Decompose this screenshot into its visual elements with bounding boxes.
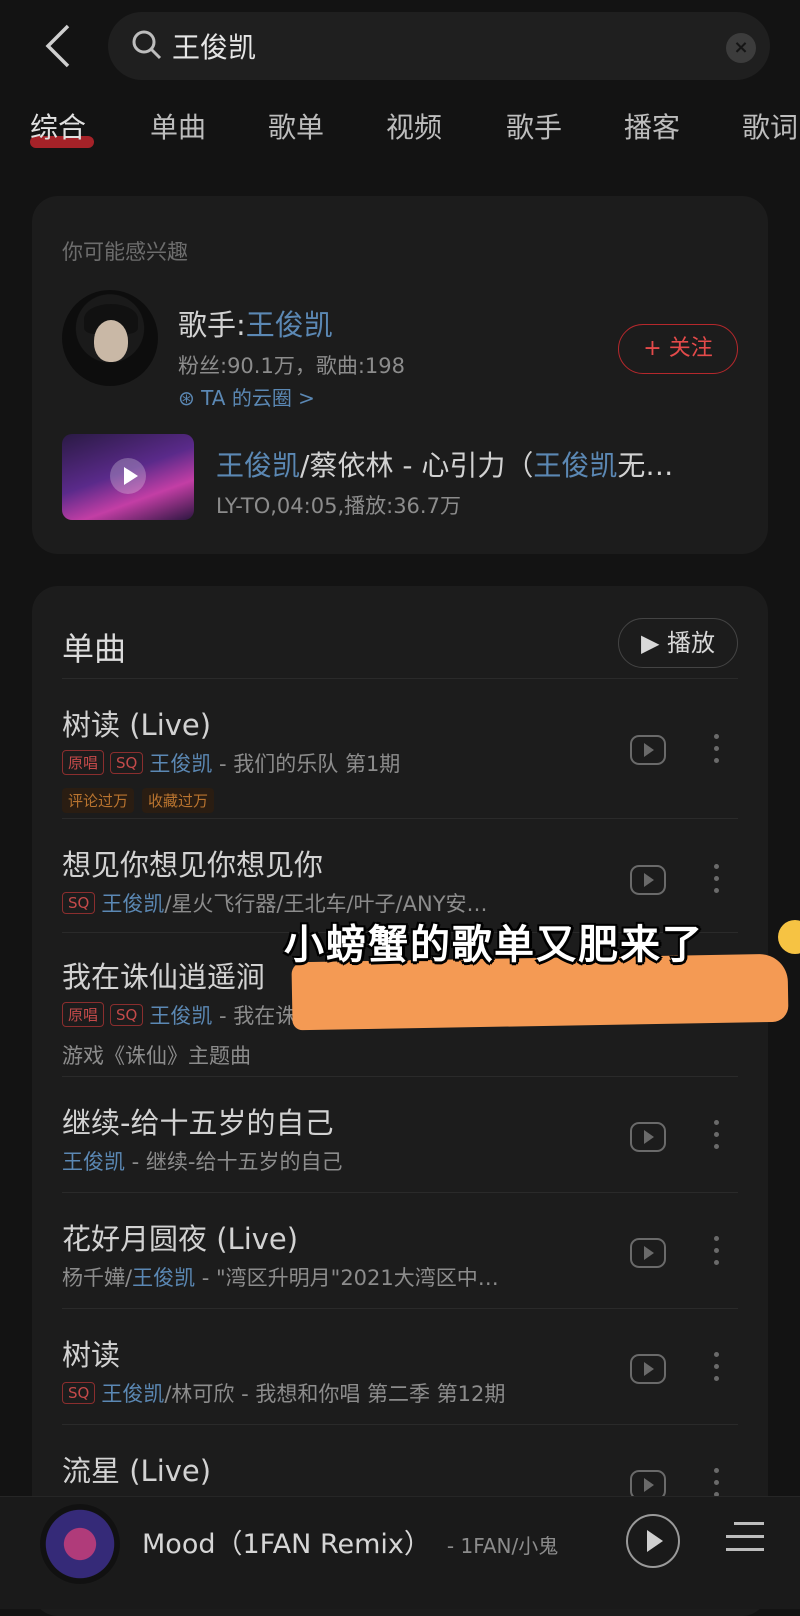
back-button[interactable] — [40, 22, 80, 70]
tab-单曲[interactable]: 单曲 — [150, 106, 206, 146]
video-play-icon[interactable] — [630, 1238, 666, 1268]
song-title[interactable]: 树读 — [62, 1332, 120, 1374]
song-title[interactable]: 流星 (Live) — [62, 1448, 211, 1490]
song-meta: 原唱 SQ 王俊凯 - 我们的乐队 第1期 — [62, 748, 400, 778]
artist-avatar[interactable] — [62, 290, 158, 386]
song-badges: 评论过万 收藏过万 — [62, 788, 222, 813]
song-title[interactable]: 想见你想见你想见你 — [62, 842, 323, 884]
tab-综合[interactable]: 综合 — [30, 106, 94, 148]
video-play-icon[interactable] — [630, 735, 666, 765]
more-icon[interactable] — [714, 1120, 720, 1156]
crying-emoji-icon — [778, 920, 800, 954]
tab-歌单[interactable]: 歌单 — [268, 106, 324, 146]
overlay-caption: 小螃蟹的歌单又肥来了 — [284, 922, 704, 968]
song-title[interactable]: 花好月圆夜 (Live) — [62, 1216, 298, 1258]
video-meta: LY-TO,04:05,播放:36.7万 — [216, 494, 461, 518]
divider — [62, 1308, 738, 1309]
divider — [62, 1192, 738, 1193]
divider — [62, 1076, 738, 1077]
artist-circle-link[interactable]: ⊛ TA 的云圈 > — [178, 382, 315, 411]
song-meta: 杨千嬅/王俊凯 - "湾区升明月"2021大湾区中… — [62, 1266, 499, 1290]
song-meta: 原唱 SQ 王俊凯 - 我在诛 — [62, 1000, 296, 1030]
more-icon[interactable] — [714, 734, 720, 770]
search-tabs: 综合 单曲 歌单 视频 歌手 播客 歌词 — [30, 106, 800, 156]
player-cover-art[interactable] — [40, 1504, 120, 1584]
song-title[interactable]: 继续-给十五岁的自己 — [62, 1100, 333, 1142]
song-meta: 王俊凯 - 继续-给十五岁的自己 — [62, 1150, 343, 1174]
song-title[interactable]: 树读 (Live) — [62, 702, 211, 744]
more-icon[interactable] — [714, 1352, 720, 1388]
songs-heading: 单曲 — [62, 630, 127, 668]
play-all-button[interactable]: ▶ 播放 — [618, 618, 738, 668]
follow-button[interactable]: + 关注 — [618, 324, 738, 374]
song-note: 游戏《诛仙》主题曲 — [62, 1044, 251, 1068]
player-track[interactable]: Mood（1FAN Remix） - 1FAN/小鬼 — [142, 1522, 558, 1561]
artist-stats: 粉丝:90.1万，歌曲:198 — [178, 354, 405, 378]
circle-icon: ⊛ — [178, 386, 202, 410]
video-play-icon[interactable] — [630, 1122, 666, 1152]
tab-歌词[interactable]: 歌词 — [742, 106, 798, 146]
tab-播客[interactable]: 播客 — [624, 106, 680, 146]
clear-search-icon[interactable]: × — [726, 33, 756, 63]
video-title[interactable]: 王俊凯/蔡依林 - 心引力（王俊凯无… — [216, 444, 736, 484]
divider — [62, 678, 738, 679]
video-play-icon[interactable] — [630, 865, 666, 895]
artist-title[interactable]: 歌手:王俊凯 — [178, 302, 333, 344]
divider — [62, 1424, 738, 1425]
more-icon[interactable] — [714, 864, 720, 900]
video-thumbnail[interactable] — [62, 434, 194, 520]
video-play-icon[interactable] — [630, 1354, 666, 1384]
playlist-icon[interactable] — [726, 1522, 764, 1558]
player-play-button[interactable] — [626, 1514, 680, 1568]
back-arrow-icon — [45, 24, 70, 68]
interest-heading: 你可能感兴趣 — [62, 240, 188, 264]
search-icon — [132, 30, 162, 60]
tab-视频[interactable]: 视频 — [386, 106, 442, 146]
song-title[interactable]: 我在诛仙逍遥涧 — [62, 954, 265, 996]
play-icon — [110, 458, 146, 494]
more-icon[interactable] — [714, 1236, 720, 1272]
divider — [62, 818, 738, 819]
song-meta: SQ 王俊凯/林可欣 - 我想和你唱 第二季 第12期 — [62, 1378, 505, 1408]
search-input[interactable]: 王俊凯 — [172, 26, 256, 66]
tab-歌手[interactable]: 歌手 — [506, 106, 562, 146]
